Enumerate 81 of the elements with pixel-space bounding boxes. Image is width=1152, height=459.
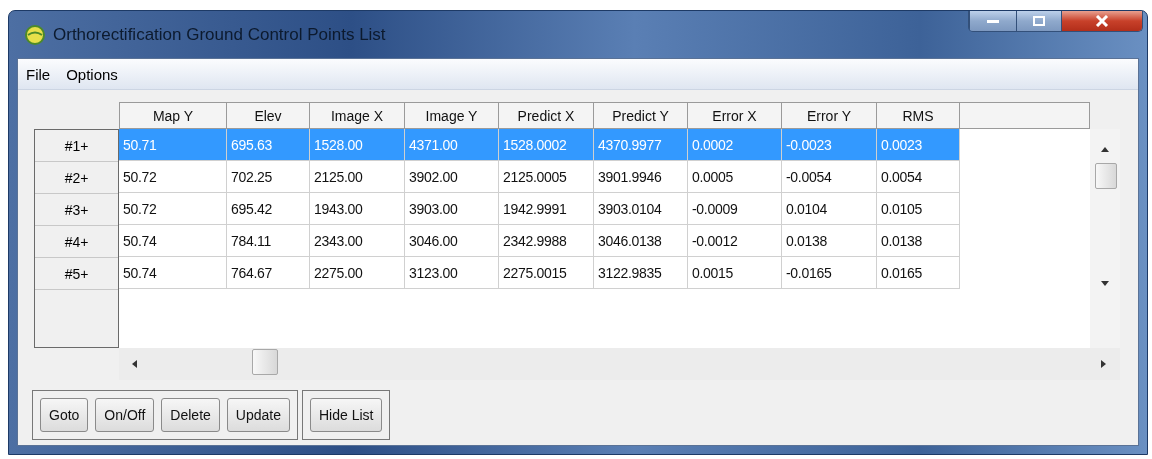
table-cell: -0.0012 bbox=[688, 225, 782, 257]
table-cell: -0.0165 bbox=[782, 257, 877, 289]
table-cell: 2342.9988 bbox=[499, 225, 594, 257]
table-cell: 1942.9991 bbox=[499, 193, 594, 225]
table-cell: 0.0105 bbox=[877, 193, 960, 225]
column-header[interactable]: Map Y bbox=[119, 102, 227, 129]
action-button[interactable]: Goto bbox=[40, 398, 89, 432]
table-cell: -0.0023 bbox=[782, 129, 877, 161]
table-cell: 50.71 bbox=[119, 129, 227, 161]
table-cell: 1943.00 bbox=[310, 193, 405, 225]
scroll-thumb[interactable] bbox=[252, 349, 278, 375]
table-cell: 0.0023 bbox=[877, 129, 960, 161]
table-cell: 1528.00 bbox=[310, 129, 405, 161]
table-cell: 1528.0002 bbox=[499, 129, 594, 161]
table-cell: 764.67 bbox=[227, 257, 310, 289]
table-cell: 2343.00 bbox=[310, 225, 405, 257]
table-cell: 0.0165 bbox=[877, 257, 960, 289]
table-cell: -0.0009 bbox=[688, 193, 782, 225]
table-cell: 2125.0005 bbox=[499, 161, 594, 193]
close-button[interactable] bbox=[1061, 11, 1142, 31]
row-header[interactable]: #4+ bbox=[35, 226, 118, 258]
table-cell: 0.0054 bbox=[877, 161, 960, 193]
action-button[interactable]: Delete bbox=[161, 398, 220, 432]
close-icon bbox=[1095, 15, 1109, 27]
table-cell: 0.0138 bbox=[877, 225, 960, 257]
table-cell: 0.0005 bbox=[688, 161, 782, 193]
scroll-down-icon[interactable] bbox=[1101, 281, 1109, 286]
table-cell: 50.74 bbox=[119, 257, 227, 289]
column-header[interactable]: Error Y bbox=[782, 102, 877, 129]
table-cell: 3901.9946 bbox=[594, 161, 688, 193]
window-title: Orthorectification Ground Control Points List bbox=[53, 24, 387, 45]
table-cell: 0.0015 bbox=[688, 257, 782, 289]
maximize-button[interactable] bbox=[1016, 11, 1061, 31]
table-cell: 695.42 bbox=[227, 193, 310, 225]
table-cell: 3046.00 bbox=[405, 225, 499, 257]
table-cell: 3122.9835 bbox=[594, 257, 688, 289]
column-header[interactable]: Image Y bbox=[405, 102, 499, 129]
table-cell: 4370.9977 bbox=[594, 129, 688, 161]
menu-item[interactable]: Options bbox=[58, 65, 126, 83]
table-cell: 2275.00 bbox=[310, 257, 405, 289]
column-header[interactable]: Error X bbox=[688, 102, 782, 129]
row-header[interactable]: #5+ bbox=[35, 258, 118, 290]
table-cell: 3903.00 bbox=[405, 193, 499, 225]
table-cell: 0.0138 bbox=[782, 225, 877, 257]
table-cell: 3903.0104 bbox=[594, 193, 688, 225]
table-cell: 702.25 bbox=[227, 161, 310, 193]
minimize-button[interactable] bbox=[969, 11, 1016, 31]
scroll-right-icon[interactable] bbox=[1101, 360, 1106, 368]
scroll-left-icon[interactable] bbox=[132, 360, 137, 368]
row-header[interactable]: #2+ bbox=[35, 162, 118, 194]
scroll-thumb[interactable] bbox=[1095, 163, 1117, 189]
table-cell: 2125.00 bbox=[310, 161, 405, 193]
table-cell: 0.0002 bbox=[688, 129, 782, 161]
table-cell: -0.0054 bbox=[782, 161, 877, 193]
horizontal-scrollbar[interactable] bbox=[119, 348, 1120, 380]
table-cell: 50.74 bbox=[119, 225, 227, 257]
menu-item[interactable]: File bbox=[18, 65, 59, 83]
column-header[interactable]: Predict X bbox=[499, 102, 594, 129]
table-cell: 3123.00 bbox=[405, 257, 499, 289]
minimize-icon bbox=[987, 18, 999, 24]
table-cell: 4371.00 bbox=[405, 129, 499, 161]
action-button[interactable]: Update bbox=[226, 398, 290, 432]
table-cell: 695.63 bbox=[227, 129, 310, 161]
maximize-icon bbox=[1033, 16, 1045, 26]
row-header[interactable]: #1+ bbox=[35, 130, 118, 162]
table-cell: 784.11 bbox=[227, 225, 310, 257]
column-header[interactable]: Elev bbox=[227, 102, 310, 129]
table-cell: 50.72 bbox=[119, 193, 227, 225]
table-cell: 3902.00 bbox=[405, 161, 499, 193]
app-globe-icon bbox=[25, 24, 45, 45]
action-button[interactable]: On/Off bbox=[95, 398, 155, 432]
table-cell: 0.0104 bbox=[782, 193, 877, 225]
table-cell: 50.72 bbox=[119, 161, 227, 193]
column-header[interactable]: Predict Y bbox=[594, 102, 688, 129]
action-button[interactable]: Hide List bbox=[309, 398, 383, 432]
column-header[interactable]: Image X bbox=[310, 102, 405, 129]
table-cell: 3046.0138 bbox=[594, 225, 688, 257]
column-header[interactable]: RMS bbox=[877, 102, 960, 129]
scroll-up-icon[interactable] bbox=[1101, 147, 1109, 152]
row-header[interactable]: #3+ bbox=[35, 194, 118, 226]
table-cell: 2275.0015 bbox=[499, 257, 594, 289]
